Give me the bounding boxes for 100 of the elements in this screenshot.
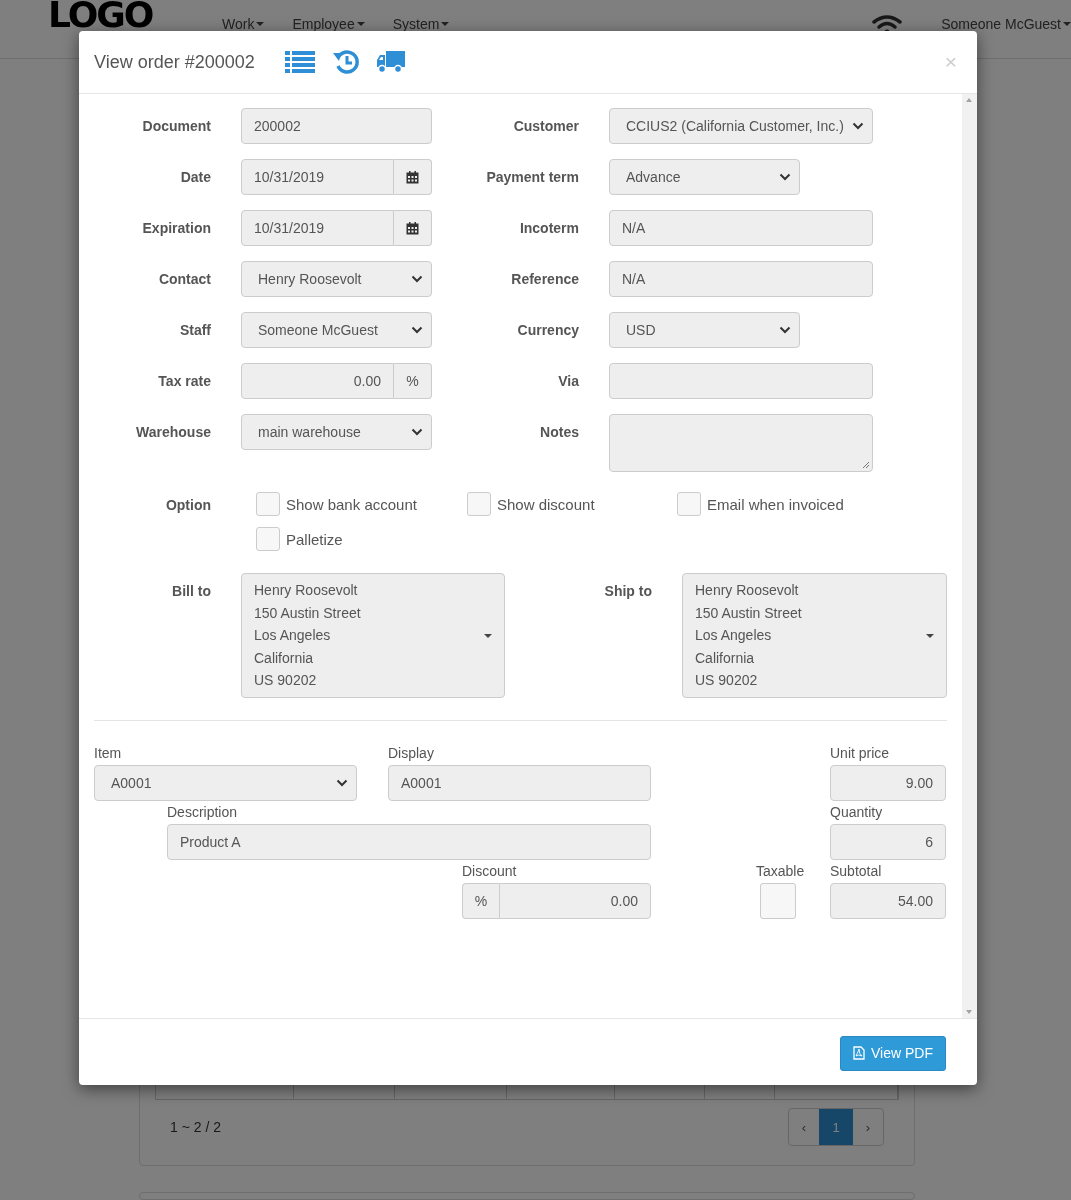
- field-label: Notes: [539, 423, 579, 440]
- field-label: Subtotal: [830, 863, 883, 881]
- checkbox-label: Palletize: [286, 530, 343, 548]
- field-label: Document: [141, 117, 211, 134]
- field-label: Ship to: [603, 582, 652, 601]
- field-label: Reference: [510, 270, 579, 287]
- input-field[interactable]: 54.00: [830, 883, 946, 919]
- input-field[interactable]: 200002: [241, 108, 432, 144]
- select-field[interactable]: Someone McGuest: [241, 312, 432, 348]
- date-field[interactable]: 10/31/2019: [241, 210, 394, 246]
- calendar-icon: [406, 170, 419, 184]
- address-line: California: [254, 648, 315, 668]
- calendar-button[interactable]: [394, 159, 432, 195]
- chevron-down-icon: [336, 779, 348, 787]
- chevron-down-icon: [779, 173, 791, 181]
- select-field[interactable]: main warehouse: [241, 414, 432, 450]
- truck-icon[interactable]: [376, 51, 405, 73]
- menu-label: Work: [222, 16, 255, 32]
- address-line: 150 Austin Street: [254, 603, 361, 623]
- chevron-down-icon: [411, 428, 423, 436]
- chevron-down-icon: [852, 122, 864, 130]
- history-icon[interactable]: [332, 50, 359, 74]
- pdf-file-icon: [853, 1046, 865, 1060]
- field-label: Expiration: [141, 219, 211, 236]
- caret-icon: [356, 22, 365, 26]
- page-button[interactable]: ‹: [789, 1109, 819, 1145]
- caret-icon: [484, 633, 492, 638]
- input-field[interactable]: Product A: [167, 824, 651, 860]
- field-label: Via: [557, 372, 579, 389]
- checkbox-label: Email when invoiced: [707, 495, 844, 513]
- chevron-down-icon: [411, 326, 423, 334]
- page-button[interactable]: ›: [853, 1109, 883, 1145]
- caret-icon: [1063, 22, 1071, 26]
- field-label: Currency: [516, 321, 579, 338]
- pagination-summary: 1 ~ 2 / 2: [170, 1119, 221, 1135]
- input-field[interactable]: N/A: [609, 210, 873, 246]
- field-label: Incoterm: [518, 219, 579, 236]
- calendar-icon: [406, 221, 419, 235]
- field-label: Contact: [157, 270, 211, 287]
- date-field[interactable]: 10/31/2019: [241, 159, 394, 195]
- field-label: Staff: [178, 321, 211, 338]
- select-field[interactable]: CCIUS2 (California Customer, Inc.): [609, 108, 873, 144]
- checkbox-label: Show bank account: [286, 495, 417, 513]
- checkbox[interactable]: [467, 492, 491, 516]
- field-label: Bill to: [171, 582, 211, 601]
- checkbox[interactable]: [256, 527, 280, 551]
- input-field[interactable]: 6: [830, 824, 946, 860]
- address-line: 150 Austin Street: [695, 603, 802, 623]
- field-label: Item: [94, 745, 123, 763]
- input-field[interactable]: 0.00: [499, 883, 651, 919]
- unit-label: %: [394, 363, 432, 399]
- caret-icon: [926, 633, 934, 638]
- checkbox[interactable]: [760, 883, 796, 919]
- input-field[interactable]: [609, 363, 873, 399]
- select-field[interactable]: A0001: [94, 765, 357, 801]
- field-label: Taxable: [756, 863, 806, 881]
- scrollbar[interactable]: [962, 94, 977, 1018]
- checkbox-label: Show discount: [497, 495, 595, 513]
- select-field[interactable]: Advance: [609, 159, 800, 195]
- field-label: Display: [388, 745, 435, 763]
- field-label: Date: [179, 168, 211, 185]
- field-label: Payment term: [485, 168, 579, 185]
- field-label: Description: [167, 804, 239, 822]
- checkbox[interactable]: [256, 492, 280, 516]
- field-label: Option: [164, 496, 211, 515]
- address-line: California: [695, 648, 756, 668]
- address-line: US 90202: [695, 671, 759, 691]
- field-label: Quantity: [830, 804, 884, 822]
- menu-label: System: [392, 16, 440, 32]
- address-line: Los Angeles: [254, 626, 332, 646]
- address-line: Los Angeles: [695, 626, 773, 646]
- field-label: Discount: [462, 863, 518, 881]
- select-field[interactable]: Henry Roosevolt: [241, 261, 432, 297]
- notes-field[interactable]: [609, 414, 873, 472]
- field-label: Tax rate: [157, 372, 211, 389]
- field-label: Unit price: [830, 745, 891, 763]
- caret-icon: [256, 22, 265, 26]
- nav-menu[interactable]: Work: [222, 16, 265, 32]
- list-icon[interactable]: [284, 51, 315, 73]
- checkbox[interactable]: [677, 492, 701, 516]
- address-select[interactable]: Henry Roosevolt 150 Austin Street Los Angeles California US 90202: [241, 573, 505, 698]
- nav-menu[interactable]: System: [392, 16, 450, 32]
- modal-title: View order #200002: [94, 51, 255, 73]
- logo[interactable]: LOGO: [48, 0, 200, 30]
- address-line: US 90202: [254, 671, 318, 691]
- input-field[interactable]: N/A: [609, 261, 873, 297]
- resize-grip-icon: [862, 461, 870, 469]
- input-field[interactable]: 9.00: [830, 765, 946, 801]
- address-line: Henry Roosevolt: [254, 581, 359, 601]
- address-select[interactable]: Henry Roosevolt 150 Austin Street Los Angeles California US 90202: [682, 573, 947, 698]
- chevron-down-icon: [779, 326, 791, 334]
- field-label: Warehouse: [135, 423, 211, 440]
- select-field[interactable]: USD: [609, 312, 800, 348]
- calendar-button[interactable]: [394, 210, 432, 246]
- chevron-down-icon: [411, 275, 423, 283]
- caret-icon: [441, 22, 450, 26]
- input-field[interactable]: A0001: [388, 765, 651, 801]
- field-label: Customer: [512, 117, 579, 134]
- input-field[interactable]: 0.00: [241, 363, 394, 399]
- unit-label: %: [462, 883, 499, 919]
